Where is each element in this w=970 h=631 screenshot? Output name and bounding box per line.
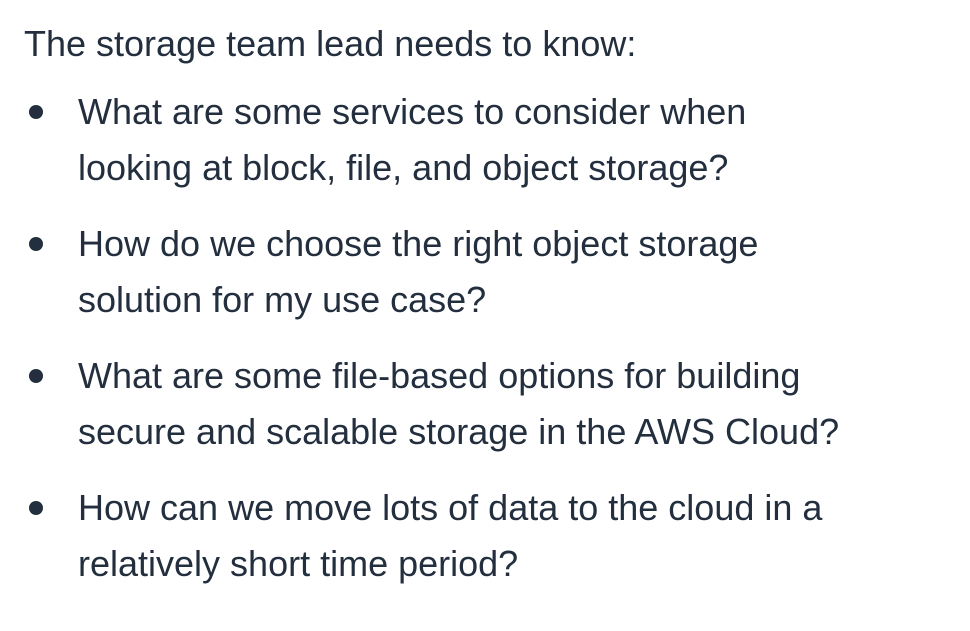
question-line: looking at block, file, and object stora… [78, 147, 729, 188]
bullet-icon [29, 369, 43, 383]
question-list: What are some services to consider when … [24, 84, 970, 592]
slide: The storage team lead needs to know: Wha… [0, 0, 970, 631]
question-item: What are some file-based options for bui… [24, 348, 958, 460]
slide-heading: The storage team lead needs to know: [24, 23, 637, 64]
question-line: secure and scalable storage in the AWS C… [78, 411, 840, 452]
question-line: How do we choose the right object storag… [78, 223, 759, 264]
bullet-icon [29, 105, 43, 119]
question-line: What are some file-based options for bui… [78, 355, 801, 396]
question-line: What are some services to consider when [78, 91, 747, 132]
question-item: How can we move lots of data to the clou… [24, 480, 958, 592]
question-line: relatively short time period? [78, 543, 519, 584]
question-line: solution for my use case? [78, 279, 487, 320]
question-line: How can we move lots of data to the clou… [78, 487, 823, 528]
question-item: How do we choose the right object storag… [24, 216, 958, 328]
question-item: What are some services to consider when … [24, 84, 958, 196]
bullet-icon [29, 237, 43, 251]
bullet-icon [29, 501, 43, 515]
